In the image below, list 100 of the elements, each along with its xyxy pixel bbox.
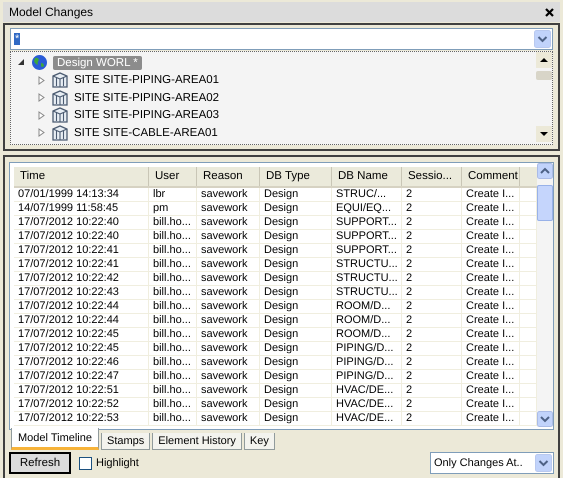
table-cell: savework bbox=[201, 216, 248, 228]
table-cell: ROOM/D... bbox=[336, 314, 390, 326]
scroll-thumb[interactable] bbox=[537, 185, 553, 221]
table-cell: Create I... bbox=[466, 286, 514, 298]
filter-combo[interactable]: * bbox=[10, 28, 553, 50]
table-cell: 17/07/2012 10:22:43 bbox=[18, 286, 119, 298]
table-cell: bill.ho... bbox=[153, 356, 191, 368]
building-icon bbox=[51, 124, 69, 141]
scroll-up-icon[interactable] bbox=[536, 52, 552, 68]
globe-icon bbox=[31, 54, 48, 72]
table-cell: Create I... bbox=[466, 272, 514, 284]
table-cell: savework bbox=[201, 286, 248, 298]
table-cell: 17/07/2012 10:22:44 bbox=[18, 300, 119, 312]
table-cell: savework bbox=[201, 398, 248, 410]
scroll-down-icon[interactable] bbox=[536, 126, 552, 142]
table-cell: 2 bbox=[406, 384, 412, 396]
table-cell: Design bbox=[264, 342, 298, 354]
table-cell: 2 bbox=[406, 244, 412, 256]
table-cell: Design bbox=[264, 384, 298, 396]
building-icon bbox=[51, 90, 69, 106]
table-cell: Design bbox=[264, 286, 298, 298]
column-header[interactable]: Reason bbox=[197, 167, 260, 186]
table-cell: lbr bbox=[153, 188, 166, 200]
table-cell: bill.ho... bbox=[153, 370, 191, 382]
table-cell: bill.ho... bbox=[153, 258, 191, 270]
table-cell: Create I... bbox=[466, 188, 514, 200]
vertical-scrollbar[interactable] bbox=[537, 163, 553, 427]
table-cell: HVAC/DE... bbox=[336, 398, 394, 410]
table-cell: 17/07/2012 10:22:44 bbox=[18, 314, 119, 326]
table-cell: 2 bbox=[406, 370, 412, 382]
vertical-scrollbar[interactable] bbox=[536, 52, 552, 142]
column-header[interactable]: Sessio... bbox=[402, 167, 462, 186]
tree-item[interactable]: SITE SITE-PIPING-AREA03 bbox=[74, 109, 220, 122]
close-icon[interactable] bbox=[545, 8, 554, 16]
table-cell: Design bbox=[264, 244, 298, 256]
table-cell: 2 bbox=[406, 398, 412, 410]
table-cell: PIPING/D... bbox=[336, 342, 394, 354]
table-cell: bill.ho... bbox=[153, 216, 191, 228]
table-cell: 07/01/1999 14:13:34 bbox=[18, 188, 119, 200]
table-cell: Create I... bbox=[466, 258, 514, 270]
checkbox[interactable] bbox=[79, 456, 92, 470]
window-title: Model Changes bbox=[9, 5, 94, 19]
table-cell: 17/07/2012 10:22:40 bbox=[18, 216, 119, 228]
scroll-thumb[interactable] bbox=[536, 71, 552, 80]
table-cell: SUPPORT... bbox=[336, 230, 397, 242]
table-cell: Design bbox=[264, 202, 298, 214]
table-cell: savework bbox=[201, 272, 248, 284]
table-cell: savework bbox=[201, 188, 248, 200]
tab[interactable]: Key bbox=[244, 433, 275, 450]
table-cell: savework bbox=[201, 370, 248, 382]
table-cell: 17/07/2012 10:22:42 bbox=[18, 272, 119, 284]
table-cell: Create I... bbox=[466, 314, 514, 326]
tree-item[interactable]: SITE SITE-CABLE-AREA01 bbox=[74, 126, 218, 139]
column-header[interactable]: DB Name bbox=[332, 167, 402, 186]
table-cell: bill.ho... bbox=[153, 272, 191, 284]
table-cell: Create I... bbox=[466, 230, 514, 242]
table-cell: 2 bbox=[406, 272, 412, 284]
table-cell: 2 bbox=[406, 412, 412, 424]
building-icon bbox=[51, 107, 69, 124]
column-header[interactable]: User bbox=[149, 167, 197, 186]
tab[interactable]: Model Timeline bbox=[11, 428, 99, 450]
column-header[interactable]: DB Type bbox=[260, 167, 332, 186]
tree-item[interactable]: SITE SITE-PIPING-AREA02 bbox=[74, 92, 220, 104]
table-cell: bill.ho... bbox=[153, 384, 191, 396]
checkbox-label[interactable]: Highlight bbox=[96, 457, 139, 469]
table-cell: 2 bbox=[406, 216, 412, 228]
table-cell: Create I... bbox=[466, 202, 514, 214]
table-cell: 17/07/2012 10:22:46 bbox=[18, 356, 119, 368]
table-cell: 2 bbox=[406, 342, 412, 354]
table-cell: Design bbox=[264, 370, 298, 382]
table-cell: 2 bbox=[406, 356, 412, 368]
table-cell: savework bbox=[201, 328, 248, 340]
tree-item[interactable]: SITE SITE-PIPING-AREA01 bbox=[74, 74, 220, 86]
table-cell: Design bbox=[264, 412, 298, 424]
table-cell: 17/07/2012 10:22:51 bbox=[18, 384, 119, 396]
table-cell: savework bbox=[201, 384, 248, 396]
table-cell: Design bbox=[264, 328, 298, 340]
combo-value: * bbox=[14, 33, 20, 45]
table-cell: Create I... bbox=[466, 300, 514, 312]
table-cell: STRUC/... bbox=[336, 188, 386, 200]
table-cell: 2 bbox=[406, 328, 412, 340]
column-header[interactable]: Comment bbox=[462, 167, 520, 186]
table-cell: 2 bbox=[406, 202, 412, 214]
table-cell: PIPING/D... bbox=[336, 356, 394, 368]
collapse-triangle-icon[interactable] bbox=[17, 58, 26, 68]
table-cell: HVAC/DE... bbox=[336, 412, 394, 424]
table-cell: Design bbox=[264, 398, 298, 410]
table-cell: Create I... bbox=[466, 370, 514, 382]
mode-select[interactable]: Only Changes At.. bbox=[430, 452, 554, 474]
building-icon bbox=[51, 72, 69, 88]
tab[interactable]: Element History bbox=[152, 433, 242, 450]
table-cell: 2 bbox=[406, 230, 412, 242]
table-cell: 2 bbox=[406, 300, 412, 312]
column-header[interactable]: Time bbox=[14, 167, 149, 186]
table-cell: bill.ho... bbox=[153, 314, 191, 326]
table-cell: savework bbox=[201, 230, 248, 242]
table-cell: 17/07/2012 10:22:45 bbox=[18, 328, 119, 340]
tab[interactable]: Stamps bbox=[100, 433, 150, 450]
refresh-button[interactable]: Refresh bbox=[9, 452, 71, 474]
table-cell: Create I... bbox=[466, 384, 514, 396]
